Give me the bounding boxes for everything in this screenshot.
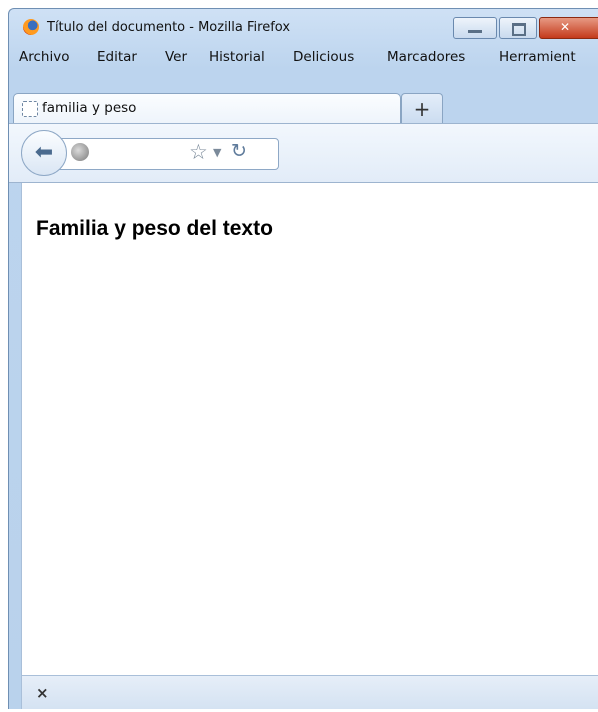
menu-marcadores[interactable]: Marcadores (387, 49, 465, 65)
tab-title: familia y peso (42, 100, 137, 116)
menu-bar: Archivo Editar Ver Historial Delicious M… (9, 45, 598, 67)
window-title: Título del documento - Mozilla Firefox (47, 20, 291, 35)
minimize-icon (468, 30, 482, 33)
new-tab-button[interactable]: + (401, 93, 443, 124)
menu-herramientas[interactable]: Herramient (499, 49, 576, 65)
menu-historial[interactable]: Historial (209, 49, 265, 65)
maximize-icon (512, 23, 526, 36)
menu-delicious[interactable]: Delicious (293, 49, 354, 65)
close-button[interactable]: ✕ (539, 17, 598, 39)
minimize-button[interactable] (453, 17, 497, 39)
title-bar: Título del documento - Mozilla Firefox ✕ (9, 9, 598, 39)
close-icon: ✕ (560, 20, 571, 34)
browser-window: Título del documento - Mozilla Firefox ✕… (8, 8, 598, 709)
reload-icon[interactable]: ↻ (231, 140, 247, 162)
page-heading: Familia y peso del texto (36, 217, 273, 240)
navigation-toolbar: ⬅ ☆ ▼ ↻ (9, 123, 598, 183)
status-bar: × (21, 675, 598, 709)
page-favicon-icon (22, 101, 38, 117)
menu-ver[interactable]: Ver (165, 49, 187, 65)
firefox-logo-icon (23, 19, 39, 35)
page-content: Familia y peso del texto (21, 183, 598, 675)
plus-icon: + (413, 97, 431, 121)
dropdown-icon[interactable]: ▼ (213, 146, 221, 159)
globe-icon (71, 143, 89, 161)
maximize-button[interactable] (499, 17, 537, 39)
tab-familia-y-peso[interactable]: familia y peso (13, 93, 401, 124)
back-button[interactable]: ⬅ (21, 130, 67, 176)
close-bar-icon[interactable]: × (36, 684, 49, 702)
menu-editar[interactable]: Editar (97, 49, 137, 65)
back-arrow-icon: ⬅ (34, 140, 54, 165)
menu-archivo[interactable]: Archivo (19, 49, 69, 65)
star-icon[interactable]: ☆ (189, 140, 208, 164)
